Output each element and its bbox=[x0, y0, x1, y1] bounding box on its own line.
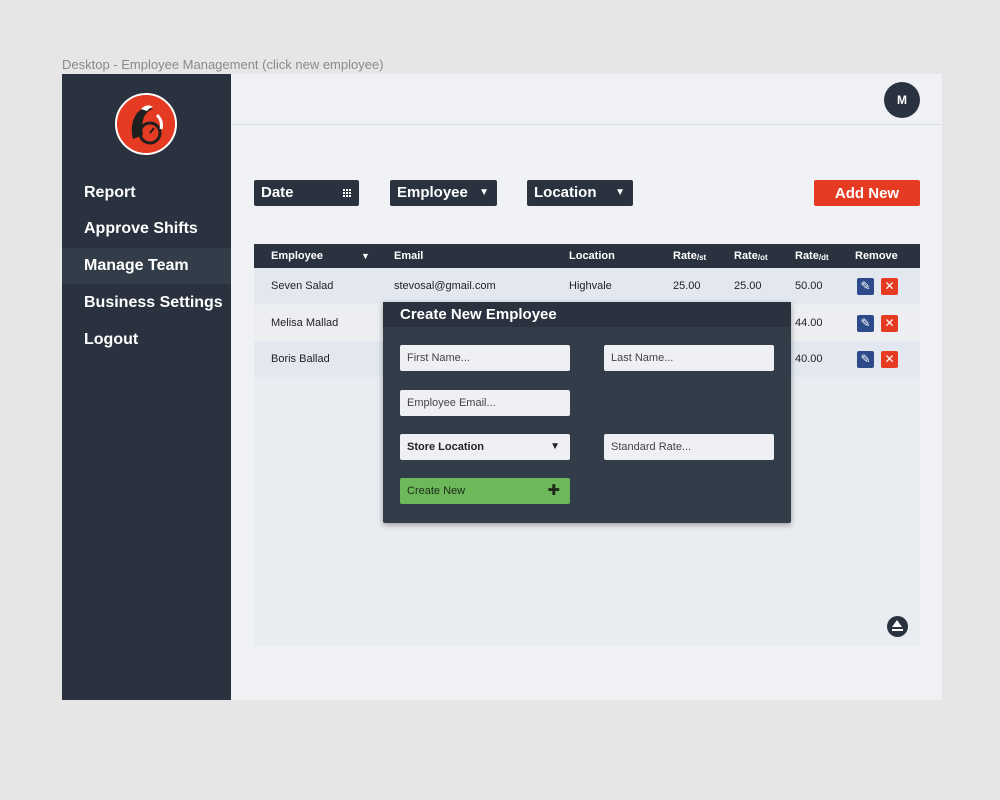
store-location-select[interactable]: Store Location ▼ bbox=[400, 434, 570, 460]
employee-email: stevosal@gmail.com bbox=[394, 280, 496, 292]
column-header-remove: Remove bbox=[855, 250, 898, 262]
create-new-label: Create New bbox=[407, 485, 466, 497]
employee-location: Highvale bbox=[569, 280, 612, 292]
first-name-field[interactable] bbox=[400, 345, 570, 371]
sidebar-item-logout[interactable]: Logout bbox=[62, 322, 231, 358]
rate-standard: 25.00 bbox=[673, 280, 701, 292]
standard-rate-field[interactable] bbox=[604, 434, 774, 460]
pencil-icon[interactable]: ✎ bbox=[857, 351, 874, 368]
rate-overtime: 25.00 bbox=[734, 280, 762, 292]
rate-suffix: /st bbox=[696, 253, 707, 262]
column-header-rate-ot: Rate/ot bbox=[734, 244, 768, 269]
grid-icon bbox=[343, 189, 351, 197]
close-icon[interactable]: ✕ bbox=[881, 278, 898, 295]
employee-filter-label: Employee bbox=[397, 184, 468, 201]
pencil-icon[interactable]: ✎ bbox=[857, 315, 874, 332]
employee-name: Melisa Mallad bbox=[271, 317, 339, 329]
sidebar-item-report[interactable]: Report bbox=[62, 175, 231, 211]
date-filter-label: Date bbox=[261, 184, 294, 201]
location-filter[interactable]: Location ▼ bbox=[527, 180, 633, 206]
frame-title: Desktop - Employee Management (click new… bbox=[62, 57, 384, 72]
date-filter[interactable]: Date bbox=[254, 180, 359, 206]
rate-double-time: 50.00 bbox=[795, 280, 823, 292]
location-filter-label: Location bbox=[534, 184, 597, 201]
table-row[interactable]: Seven Salad stevosal@gmail.com Highvale … bbox=[254, 268, 920, 304]
employee-name: Boris Ballad bbox=[271, 353, 330, 365]
employee-name: Seven Salad bbox=[271, 280, 334, 292]
sidebar-item-approve-shifts[interactable]: Approve Shifts bbox=[62, 211, 231, 247]
column-header-rate-st: Rate/st bbox=[673, 244, 706, 269]
add-new-button[interactable]: Add New bbox=[814, 180, 920, 206]
rate-label: Rate bbox=[734, 250, 758, 262]
caret-down-icon: ▼ bbox=[479, 187, 489, 198]
caret-down-icon: ▼ bbox=[550, 441, 560, 452]
sidebar-item-manage-team[interactable]: Manage Team bbox=[62, 248, 231, 284]
create-new-button[interactable]: Create New ✚ bbox=[400, 478, 570, 504]
last-name-field[interactable] bbox=[604, 345, 774, 371]
top-bar: M bbox=[231, 74, 942, 125]
brand-logo[interactable] bbox=[115, 93, 177, 155]
rate-suffix: /dt bbox=[818, 253, 829, 262]
close-icon[interactable]: ✕ bbox=[881, 351, 898, 368]
column-header-location: Location bbox=[569, 250, 615, 262]
rate-label: Rate bbox=[673, 250, 697, 262]
pencil-icon[interactable]: ✎ bbox=[857, 278, 874, 295]
modal-title: Create New Employee bbox=[383, 302, 791, 327]
caret-down-icon: ▼ bbox=[615, 187, 625, 198]
rate-label: Rate bbox=[795, 250, 819, 262]
rate-double-time: 40.00 bbox=[795, 353, 823, 365]
store-location-label: Store Location bbox=[407, 441, 485, 453]
employee-filter[interactable]: Employee ▼ bbox=[390, 180, 497, 206]
sort-caret-icon[interactable]: ▼ bbox=[361, 244, 370, 268]
create-employee-modal: Create New Employee Store Location ▼ Cre… bbox=[383, 302, 791, 523]
employee-email-field[interactable] bbox=[400, 390, 570, 416]
column-header-rate-dt: Rate/dt bbox=[795, 244, 829, 269]
app-window: Report Approve Shifts Manage Team Busine… bbox=[62, 74, 942, 700]
rate-double-time: 44.00 bbox=[795, 317, 823, 329]
column-header-employee[interactable]: Employee bbox=[271, 244, 323, 268]
plus-icon: ✚ bbox=[547, 482, 560, 499]
table-header: Employee ▼ Email Location Rate/st Rate/o… bbox=[254, 244, 920, 268]
sidebar: Report Approve Shifts Manage Team Busine… bbox=[62, 74, 231, 700]
column-header-email: Email bbox=[394, 250, 424, 262]
close-icon[interactable]: ✕ bbox=[881, 315, 898, 332]
sidebar-item-business-settings[interactable]: Business Settings bbox=[62, 285, 231, 321]
user-avatar[interactable]: M bbox=[884, 82, 920, 118]
eject-icon[interactable] bbox=[887, 616, 908, 637]
rate-suffix: /ot bbox=[757, 253, 768, 262]
